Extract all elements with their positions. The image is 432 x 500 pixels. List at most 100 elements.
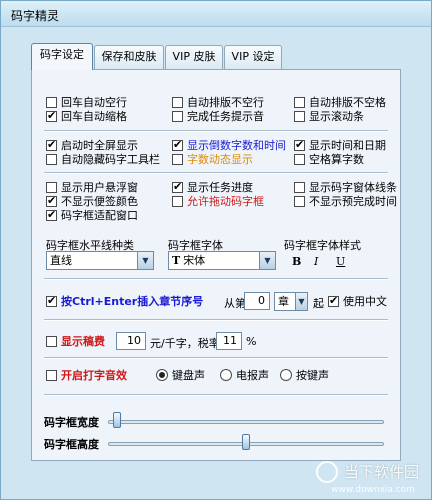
option-label: 字数动态显示 (187, 153, 253, 166)
option-auto-layout-no-space-line[interactable]: 自动排版不空行 (172, 96, 264, 110)
option-show-time-date[interactable]: 显示时间和日期 (294, 138, 386, 153)
checkbox[interactable] (46, 138, 57, 151)
font-type-icon: T (172, 254, 181, 267)
divider (44, 130, 388, 132)
frame-font-value: 宋体 (183, 254, 206, 267)
checkbox[interactable] (172, 180, 183, 193)
radio-keyboard-sound[interactable]: 键盘声 (156, 369, 205, 383)
divider (44, 394, 388, 396)
option-show-scrollbar[interactable]: 显示滚动条 (294, 110, 364, 124)
checkbox[interactable] (172, 111, 183, 122)
option-show-user-tooltip[interactable]: 显示用户悬浮窗 (46, 181, 138, 195)
option-label: 开启打字音效 (61, 369, 127, 382)
chapter-start-input[interactable]: 0 (244, 292, 270, 310)
option-label: 空格算字数 (309, 153, 364, 166)
option-allow-drag-frame[interactable]: 允许拖动码字框 (172, 195, 264, 209)
option-no-preview-time[interactable]: 不显示预完成时间 (294, 195, 397, 209)
radio-keypress-sound[interactable]: 按键声 (280, 369, 329, 383)
option-count-spaces[interactable]: 空格算字数 (294, 153, 364, 167)
checkbox[interactable] (294, 111, 305, 122)
checkbox[interactable] (46, 97, 57, 108)
option-use-chinese[interactable]: 使用中文 (328, 294, 387, 309)
radio-label: 电报声 (236, 369, 269, 382)
checkbox[interactable] (294, 196, 305, 207)
checkbox[interactable] (172, 138, 183, 151)
frame-font-style-label: 码字框字体样式 (284, 239, 361, 252)
checkbox[interactable] (294, 138, 305, 151)
option-label: 显示时间和日期 (309, 139, 386, 152)
hline-type-select[interactable]: 直线 ▼ (46, 251, 154, 270)
chapter-from-label: 从第 (224, 297, 246, 310)
radio-button[interactable] (280, 369, 292, 381)
tab-vip-settings[interactable]: VIP 设定 (224, 45, 282, 69)
option-task-done-sound[interactable]: 完成任务提示音 (172, 110, 264, 124)
option-typing-sound[interactable]: 开启打字音效 (46, 369, 127, 383)
option-show-cost[interactable]: 显示稿费 (46, 335, 105, 349)
radio-button[interactable] (156, 369, 168, 381)
checkbox[interactable] (172, 154, 183, 165)
frame-width-slider[interactable] (108, 420, 384, 424)
option-frame-fit-window[interactable]: 码字框适配窗口 (46, 208, 138, 223)
checkbox[interactable] (46, 370, 57, 381)
option-return-auto-space[interactable]: 回车自动空行 (46, 96, 127, 110)
chapter-unit-select[interactable]: 章 ▼ (274, 292, 308, 311)
checkbox[interactable] (46, 109, 57, 122)
italic-icon[interactable]: I (314, 255, 318, 268)
option-label: 显示用户悬浮窗 (61, 181, 138, 194)
option-label: 自动隐藏码字工具栏 (61, 153, 160, 166)
checkbox[interactable] (46, 208, 57, 221)
divider (44, 278, 388, 280)
frame-width-slider-thumb[interactable] (113, 412, 122, 428)
option-label: 回车自动空行 (61, 96, 127, 109)
tax-rate-input[interactable]: 11 (216, 332, 242, 350)
option-label: 显示任务进度 (187, 181, 253, 194)
checkbox[interactable] (46, 336, 57, 347)
frame-width-label: 码字框宽度 (44, 416, 99, 429)
checkbox[interactable] (328, 294, 339, 307)
cost-rate-input[interactable]: 10 (116, 332, 146, 350)
option-auto-hide-toolbar[interactable]: 自动隐藏码字工具栏 (46, 153, 160, 167)
radio-label: 键盘声 (172, 369, 205, 382)
radio-telegraph-sound[interactable]: 电报声 (220, 369, 269, 383)
option-show-task-progress[interactable]: 显示任务进度 (172, 180, 253, 195)
radio-button[interactable] (220, 369, 232, 381)
chapter-start-suffix: 起 (313, 297, 324, 310)
checkbox[interactable] (172, 196, 183, 207)
divider (44, 172, 388, 174)
frame-font-select[interactable]: T 宋体 ▼ (168, 251, 276, 270)
checkbox[interactable] (46, 182, 57, 193)
option-no-sticky-color[interactable]: 不显示便签颜色 (46, 194, 138, 209)
window-title: 码字精灵 (11, 9, 60, 23)
option-return-auto-indent[interactable]: 回车自动缩格 (46, 109, 127, 124)
option-insert-chapter[interactable]: 按Ctrl+Enter插入章节序号 (46, 294, 203, 309)
checkbox[interactable] (46, 294, 57, 307)
option-label: 码字框适配窗口 (61, 209, 138, 222)
checkbox[interactable] (46, 154, 57, 165)
chevron-down-icon[interactable]: ▼ (295, 293, 307, 310)
option-show-countdown[interactable]: 显示倒数字数和时间 (172, 138, 286, 153)
option-show-frame-lines[interactable]: 显示码字窗体线条 (294, 181, 397, 195)
cost-rate-unit: 元/千字，税率 (150, 337, 220, 350)
watermark-url: www.downxia.com (331, 485, 415, 495)
frame-height-slider-thumb[interactable] (242, 434, 250, 450)
tab-vip-skin[interactable]: VIP 皮肤 (165, 45, 223, 69)
radio-label: 按键声 (296, 369, 329, 382)
tab-typing-settings[interactable]: 码字设定 (31, 43, 93, 70)
chevron-down-icon[interactable]: ▼ (259, 252, 275, 269)
checkbox[interactable] (294, 154, 305, 165)
underline-icon[interactable]: U (336, 255, 345, 268)
bold-icon[interactable]: B (292, 255, 301, 268)
checkbox[interactable] (172, 97, 183, 108)
tax-unit: % (246, 335, 257, 348)
option-label: 不显示预完成时间 (309, 195, 397, 208)
frame-height-label: 码字框高度 (44, 438, 99, 451)
checkbox[interactable] (294, 182, 305, 193)
option-auto-layout-no-indent[interactable]: 自动排版不空格 (294, 96, 386, 110)
checkbox[interactable] (294, 97, 305, 108)
chevron-down-icon[interactable]: ▼ (137, 252, 153, 269)
checkbox[interactable] (46, 194, 57, 207)
tab-save-skin[interactable]: 保存和皮肤 (94, 45, 164, 69)
option-label: 允许拖动码字框 (187, 195, 264, 208)
option-dynamic-word-count[interactable]: 字数动态显示 (172, 153, 253, 167)
option-fullscreen-on-start[interactable]: 启动时全屏显示 (46, 138, 138, 153)
